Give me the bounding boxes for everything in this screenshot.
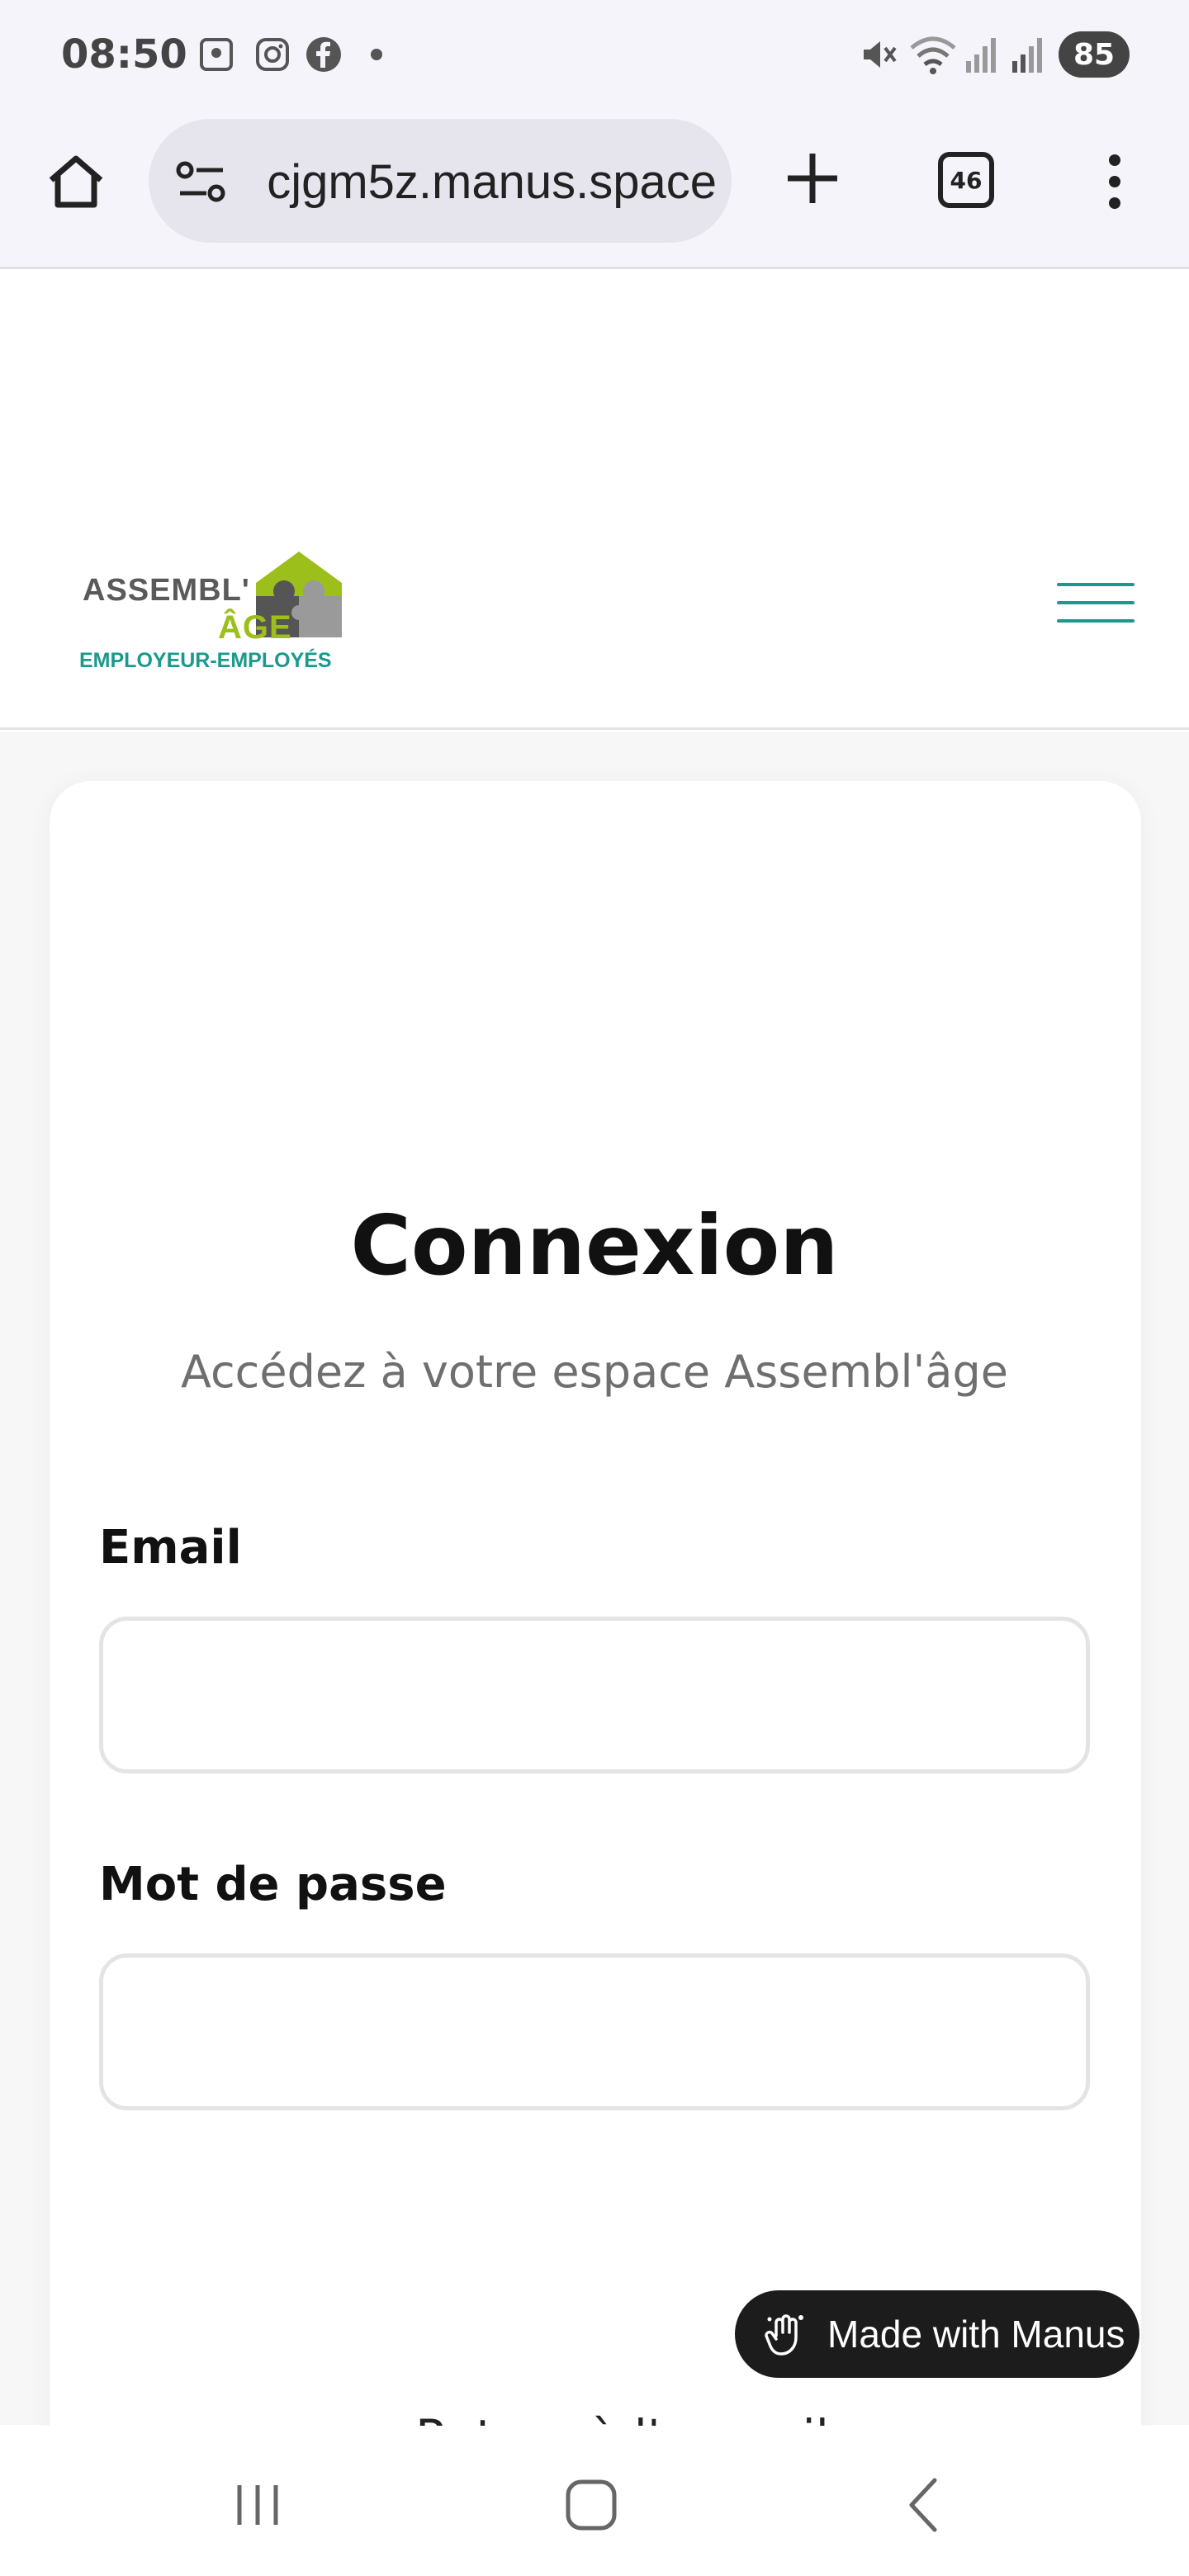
battery-indicator: 85 <box>1059 31 1130 78</box>
page-subtitle: Accédez à votre espace Assembl'âge <box>181 1346 1008 1398</box>
email-label: Email <box>99 1521 242 1574</box>
browser-toolbar: cjgm5z.manus.space 46 <box>0 111 1189 269</box>
home-icon[interactable] <box>43 149 109 215</box>
more-options-icon[interactable] <box>1098 152 1131 211</box>
logo-text-line3: EMPLOYEUR-EMPLOYÉS <box>79 649 332 672</box>
status-time: 08:50 <box>61 31 187 78</box>
page-title: Connexion <box>350 1197 839 1294</box>
hamburger-menu-icon[interactable] <box>1057 578 1135 627</box>
signal-icon <box>966 38 996 73</box>
password-field[interactable] <box>99 1953 1090 2110</box>
home-nav-icon[interactable] <box>558 2472 624 2538</box>
mute-icon <box>864 41 897 68</box>
manus-hand-icon <box>765 2314 803 2356</box>
signal-icon <box>1012 38 1042 73</box>
tab-switcher-button[interactable]: 46 <box>938 152 994 208</box>
made-with-manus-badge[interactable]: Made with Manus <box>735 2290 1139 2378</box>
system-navigation-bar <box>0 2426 1189 2576</box>
back-nav-icon[interactable] <box>892 2472 958 2538</box>
status-bar: 08:50 85 <box>0 0 1189 111</box>
email-field[interactable] <box>99 1617 1090 1773</box>
address-bar[interactable]: cjgm5z.manus.space <box>149 119 732 243</box>
new-tab-icon[interactable] <box>783 149 842 208</box>
dot-icon <box>371 49 382 60</box>
instagram-icon <box>256 38 289 71</box>
wifi-icon <box>910 36 956 74</box>
assemblage-logo[interactable]: ASSEMBL' ÂGE EMPLOYEUR-EMPLOYÉS <box>79 550 352 674</box>
screenshot-icon <box>200 38 233 71</box>
facebook-icon <box>306 37 341 72</box>
password-label: Mot de passe <box>99 1858 447 1911</box>
logo-text-line2: ÂGE <box>218 609 292 646</box>
badge-label: Made with Manus <box>827 2313 1125 2356</box>
logo-text-line1: ASSEMBL' <box>83 573 250 608</box>
url-text[interactable]: cjgm5z.manus.space <box>246 154 717 211</box>
recent-apps-icon[interactable] <box>225 2472 291 2538</box>
site-settings-icon[interactable] <box>175 159 228 205</box>
